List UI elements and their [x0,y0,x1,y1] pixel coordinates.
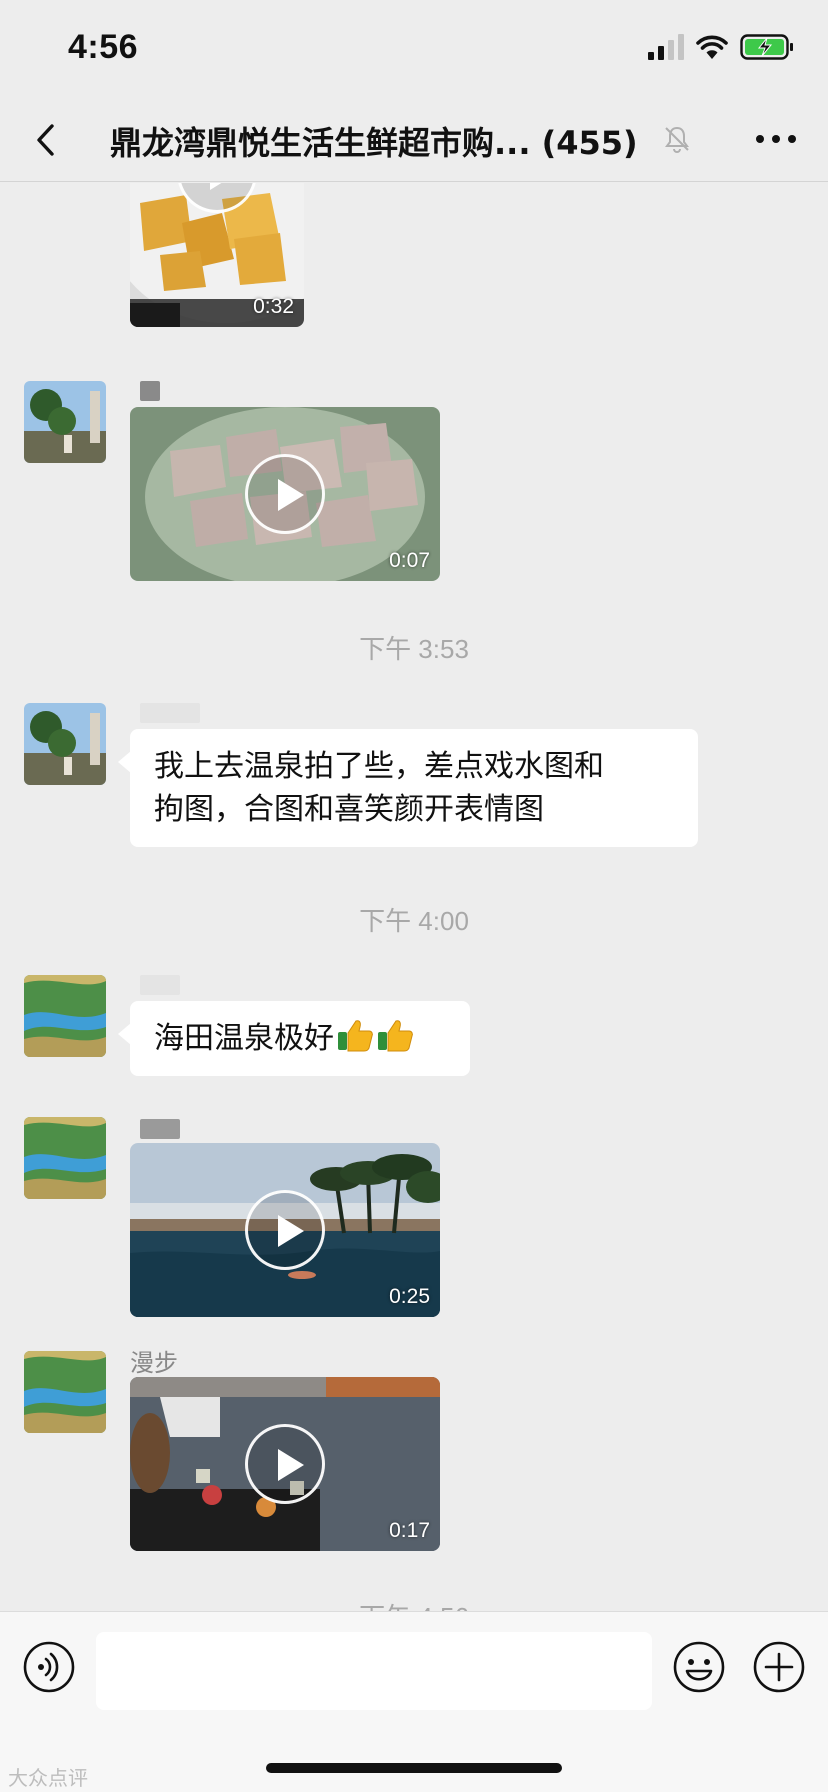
text-message[interactable]: 我上去温泉拍了些，差点戏水图和 拘图，合图和喜笑颜开表情图 [118,729,698,847]
avatar-image [24,1351,106,1433]
back-button[interactable] [26,118,70,162]
voice-button[interactable] [22,1640,76,1694]
avatar-image [24,975,106,1057]
emoji-button[interactable] [672,1640,726,1694]
video-message[interactable]: 0:25 [130,1143,440,1317]
avatar[interactable] [24,381,106,463]
plus-button[interactable] [752,1640,806,1694]
timestamp: 下午 4:00 [359,906,469,936]
avatar[interactable] [24,1117,106,1199]
battery-icon [740,34,793,60]
video-message[interactable]: 0:07 [130,407,440,581]
play-icon[interactable] [245,1190,325,1270]
chat-title[interactable]: 鼎龙湾鼎悦生活生鲜超市购... (455) [110,118,680,164]
signal-icon [648,34,684,60]
emoji-icon [673,1641,725,1693]
message-list[interactable]: 0:32 0:07 下午 3:53 我上去温泉拍了些，差点戏水图和 拘图，合图和… [0,183,828,1611]
play-icon[interactable] [245,1424,325,1504]
sender-name-blurred [140,381,160,401]
watermark: 大众点评 [8,1766,88,1790]
timestamp: 下午 4:56 [0,1597,828,1611]
video-duration: 0:07 [389,549,430,572]
status-time: 4:56 [68,28,139,66]
voice-icon [23,1641,75,1693]
message-text-line: 拘图，合图和喜笑颜开表情图 [154,792,544,827]
message-text: 海田温泉极好 [154,1021,334,1056]
bell-mute-icon [665,126,689,153]
video-duration: 0:32 [253,295,294,318]
video-duration: 0:17 [389,1519,430,1542]
more-button[interactable] [754,124,798,154]
home-indicator[interactable] [266,1763,562,1773]
back-arrow-icon [37,124,54,156]
text-message[interactable]: 海田温泉极好 [118,1001,470,1076]
avatar[interactable] [24,1351,106,1433]
sender-name: 漫步 [130,1349,178,1377]
play-icon[interactable] [245,454,325,534]
sender-name-blurred [140,975,180,995]
video-duration: 0:25 [389,1285,430,1308]
more-icon [756,135,796,143]
plus-icon [753,1641,805,1693]
thumbs-up-icon [378,1020,413,1052]
sender-name-blurred [140,1119,180,1139]
status-icons [648,34,794,60]
thumbs-up-icon [338,1020,373,1052]
avatar-image [24,1117,106,1199]
avatar[interactable] [24,703,106,785]
chat-header: 鼎龙湾鼎悦生活生鲜超市购... (455) [0,100,828,182]
video-message[interactable]: 0:17 [130,1377,440,1551]
sender-name-blurred [140,703,200,723]
avatar-image [24,703,106,785]
avatar-image [24,381,106,463]
avatar[interactable] [24,975,106,1057]
message-text-line: 我上去温泉拍了些，差点戏水图和 [154,749,604,784]
video-message[interactable]: 0:32 [130,183,304,327]
message-input[interactable] [96,1632,652,1710]
timestamp: 下午 3:53 [359,634,469,664]
status-bar: 4:56 [0,0,828,100]
wifi-icon [696,35,728,59]
